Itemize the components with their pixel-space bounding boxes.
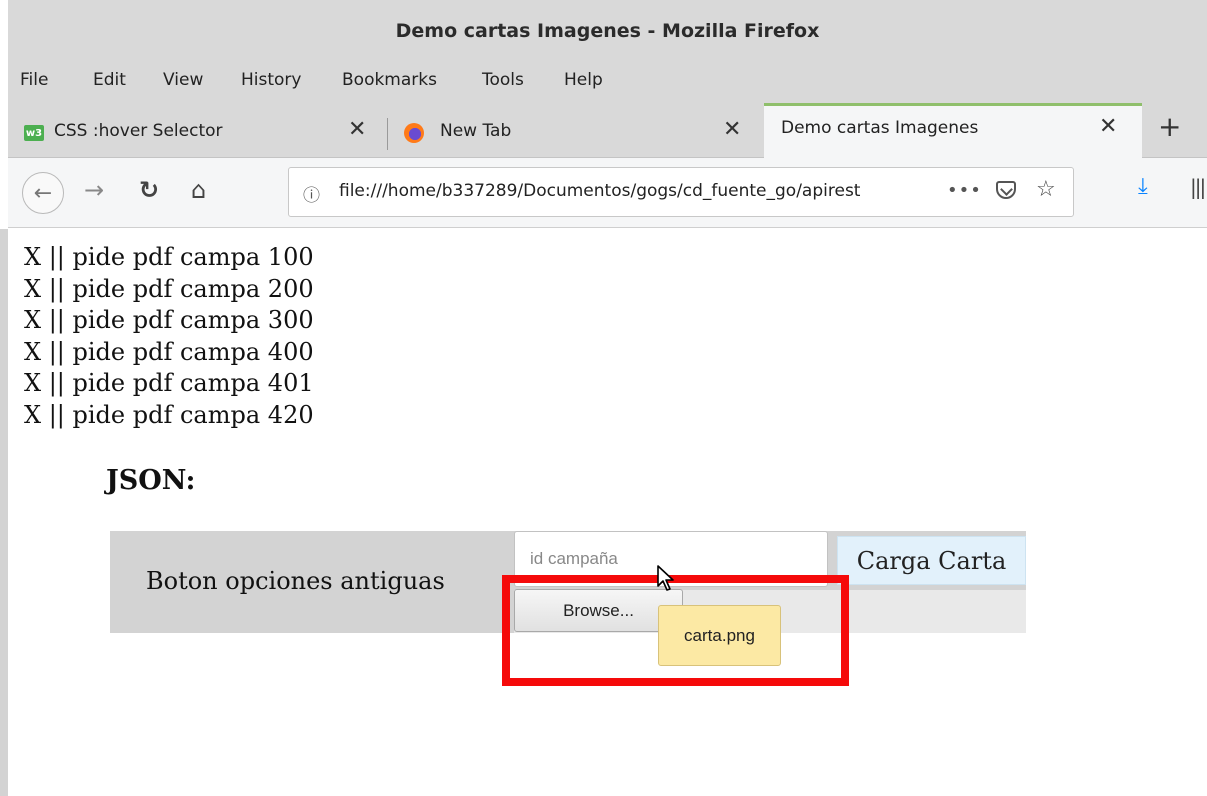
page-actions-icon[interactable]: ••• — [947, 180, 982, 201]
list-item: X || pide pdf campa 300 — [24, 306, 314, 335]
library-icon[interactable]: ||| — [1190, 175, 1206, 199]
tab-label: New Tab — [440, 121, 512, 141]
menu-help[interactable]: Help — [564, 70, 603, 90]
close-tab-icon[interactable]: ✕ — [348, 117, 366, 142]
json-heading: JSON: — [106, 465, 196, 496]
navigation-bar: ← → ↻ ⌂ ⓘ file:///home/b337289/Documento… — [8, 158, 1207, 228]
back-arrow-icon[interactable]: ← — [22, 172, 64, 214]
menu-bookmarks[interactable]: Bookmarks — [342, 70, 437, 90]
mouse-cursor-icon — [657, 565, 674, 591]
url-text[interactable]: file:///home/b337289/Documentos/gogs/cd_… — [339, 181, 929, 201]
window-title: Demo cartas Imagenes - Mozilla Firefox — [395, 20, 820, 42]
firefox-icon — [404, 123, 424, 143]
w3schools-icon: w3 — [24, 125, 44, 141]
menu-tools[interactable]: Tools — [482, 70, 524, 90]
menu-bar: File Edit View History Bookmarks Tools H… — [8, 62, 1207, 100]
tab-demo-cartas[interactable]: Demo cartas Imagenes ✕ — [764, 103, 1142, 159]
menu-history[interactable]: History — [241, 70, 301, 90]
list-item: X || pide pdf campa 200 — [24, 274, 314, 303]
pocket-icon[interactable] — [996, 181, 1016, 199]
list-item: X || pide pdf campa 100 — [24, 243, 314, 271]
carga-carta-button[interactable]: Carga Carta — [837, 536, 1026, 585]
menu-edit[interactable]: Edit — [93, 70, 126, 90]
home-icon[interactable]: ⌂ — [191, 176, 206, 204]
download-icon[interactable]: ⤓ — [1138, 174, 1148, 199]
bookmark-star-icon[interactable]: ☆ — [1036, 177, 1056, 202]
close-tab-icon[interactable]: ✕ — [723, 117, 741, 142]
list-item: X || pide pdf campa 401 — [24, 369, 314, 398]
forward-arrow-icon[interactable]: → — [84, 176, 104, 204]
menu-view[interactable]: View — [163, 70, 203, 90]
close-tab-icon[interactable]: ✕ — [1099, 114, 1117, 139]
new-tab-icon[interactable]: + — [1158, 110, 1181, 143]
tab-new-tab[interactable]: New Tab ✕ — [388, 106, 763, 158]
info-icon[interactable]: ⓘ — [303, 181, 320, 206]
menu-file[interactable]: File — [20, 70, 48, 90]
page-left-edge — [0, 229, 8, 796]
tab-label: Demo cartas Imagenes — [781, 118, 979, 138]
url-bar[interactable]: ⓘ file:///home/b337289/Documentos/gogs/c… — [288, 167, 1074, 217]
tab-css-hover[interactable]: w3 CSS :hover Selector ✕ — [8, 106, 386, 158]
list-item: X || pide pdf campa 420 — [24, 400, 314, 429]
tab-bar: w3 CSS :hover Selector ✕ New Tab ✕ Demo … — [8, 100, 1207, 159]
tab-label: CSS :hover Selector — [54, 121, 223, 141]
campaign-list: X || pide pdf campa 100 X || pide pdf ca… — [24, 242, 314, 432]
file-tooltip: carta.png — [658, 605, 781, 666]
list-item: X || pide pdf campa 400 — [24, 337, 314, 366]
reload-icon[interactable]: ↻ — [139, 176, 159, 204]
window-titlebar: Demo cartas Imagenes - Mozilla Firefox — [8, 0, 1207, 62]
panel-label: Boton opciones antiguas — [146, 567, 445, 595]
page-content: X || pide pdf campa 100 X || pide pdf ca… — [8, 229, 1207, 796]
